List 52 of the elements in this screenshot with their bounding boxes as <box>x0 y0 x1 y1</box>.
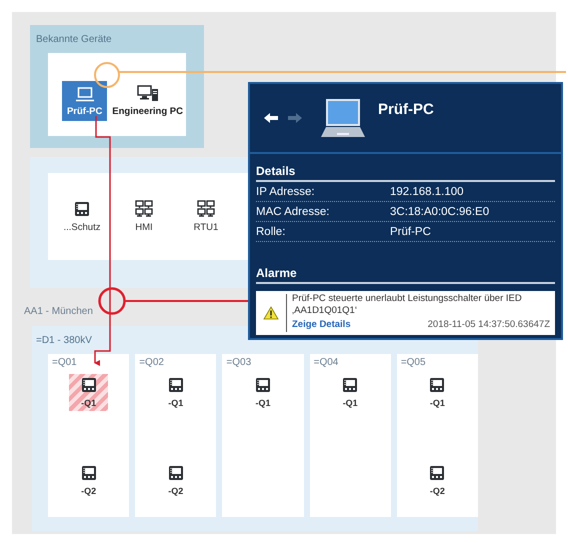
device-tile[interactable]: -Q2 <box>156 462 196 499</box>
device-icon <box>80 465 97 481</box>
device-tile[interactable]: -Q2 <box>69 462 108 499</box>
device-tile[interactable]: -Q1 <box>330 374 370 411</box>
laptop-icon <box>320 97 366 139</box>
device-tile[interactable]: Engineering PC <box>109 81 186 121</box>
bay-name: =Q04 <box>314 357 338 368</box>
bay-name: =Q01 <box>52 357 77 368</box>
detail-label: MAC Adresse: <box>256 206 330 218</box>
forward-arrow-icon <box>288 113 302 123</box>
detail-label: IP Adresse: <box>256 186 316 198</box>
device-icon <box>342 377 358 393</box>
device-icon <box>168 465 184 481</box>
device-icon <box>255 377 271 393</box>
device-icon <box>80 377 97 393</box>
back-arrow-icon <box>264 113 278 123</box>
workstation-icon <box>136 85 159 102</box>
device-tile[interactable]: -Q1 <box>244 374 282 411</box>
detail-value: 3C:18:A0:0C:96:E0 <box>390 206 490 218</box>
device-tile[interactable]: RTU1 <box>182 200 230 233</box>
device-icon <box>429 465 446 481</box>
device-icon <box>429 377 446 393</box>
group-title: =D1 - 380kV <box>36 335 92 346</box>
alarm-message: Prüf-PC steuerte unerlaubt Leistungsschalter über IED ‚AA1D1Q01Q1‘ <box>292 293 523 317</box>
detail-label: Rolle: <box>256 226 286 238</box>
device-icon <box>74 200 90 216</box>
laptop-icon <box>74 87 95 102</box>
warning-icon <box>263 306 279 320</box>
detail-value: 192.168.1.100 <box>390 186 464 198</box>
bay-name: =Q05 <box>400 357 426 368</box>
device-tile[interactable]: HMI <box>120 200 168 233</box>
bay-name: =Q02 <box>139 357 164 368</box>
group-title: Bekannte Geräte <box>36 34 112 45</box>
forward-button[interactable] <box>286 111 304 125</box>
section-heading: Alarme <box>256 260 555 284</box>
area-title: AA1 - München <box>24 306 93 317</box>
section-heading: Details <box>256 158 555 182</box>
details-link[interactable]: Zeige Details <box>292 319 351 330</box>
device-tile[interactable]: -Q1 <box>418 374 457 411</box>
panel-title: Prüf-PC <box>378 101 434 118</box>
device-tile[interactable]: Prüf-PC <box>62 81 108 121</box>
network-icon <box>197 200 215 217</box>
device-icon <box>168 377 184 393</box>
bay-name: =Q03 <box>226 357 252 368</box>
device-tile[interactable]: -Q1 <box>156 374 196 411</box>
device-tile[interactable]: -Q1 <box>69 374 108 411</box>
device-tile[interactable]: ...Schutz <box>58 200 106 232</box>
device-tile[interactable]: -Q2 <box>418 462 457 499</box>
detail-value: Prüf-PC <box>390 226 431 238</box>
back-button[interactable] <box>262 111 280 125</box>
alarm-timestamp: 2018-11-05 14:37:50.63647Z <box>428 319 550 330</box>
network-icon <box>135 200 153 217</box>
